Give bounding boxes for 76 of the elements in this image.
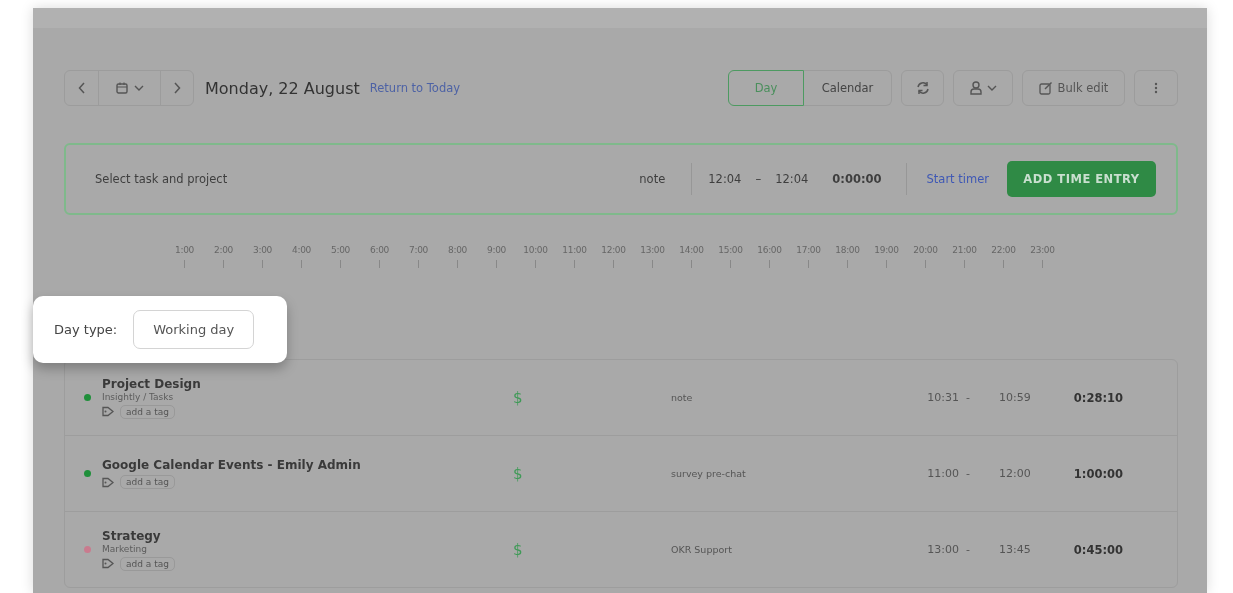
duration: 0:45:00 [1072, 542, 1123, 557]
hour-label: 9:00 [487, 245, 506, 255]
chevron-right-icon [173, 82, 181, 94]
hour-label: 19:00 [874, 245, 899, 255]
add-time-entry-button[interactable]: ADD TIME ENTRY [1007, 161, 1156, 197]
entry-name: Strategy [102, 528, 162, 543]
time-separator: - [965, 543, 971, 556]
view-tab[interactable]: Day [728, 70, 804, 106]
user-filter-button[interactable] [953, 70, 1013, 106]
edit-icon [1038, 81, 1053, 95]
day-type-dropdown[interactable]: Working day [133, 310, 255, 349]
hour-label: 14:00 [679, 245, 704, 255]
start-time: 13:00 [926, 543, 959, 556]
hour-label: 10:00 [523, 245, 548, 255]
end-time: 10:59 [998, 391, 1031, 404]
start-time: 11:00 [926, 467, 959, 480]
hour-label: 4:00 [292, 245, 311, 255]
refresh-button[interactable] [901, 70, 944, 106]
entry-project: Insightly / Tasks [102, 391, 175, 402]
entry-name: Project Design [102, 376, 202, 391]
more-options-button[interactable] [1134, 70, 1178, 106]
duration: 0:28:10 [1072, 390, 1123, 405]
hour-label: 7:00 [409, 245, 428, 255]
caret-icon [986, 85, 997, 91]
duration: 0:00:00 [832, 172, 882, 186]
tag-icon [102, 476, 114, 488]
entry-note: survey pre-chat [670, 468, 747, 479]
hour-label: 18:00 [835, 245, 860, 255]
duration: 1:00:00 [1072, 466, 1123, 481]
hour-label: 17:00 [796, 245, 821, 255]
more-icon [1154, 82, 1158, 94]
time-separator: - [965, 467, 971, 480]
hour-label: 13:00 [640, 245, 665, 255]
day-type-label: Day type: [54, 322, 118, 337]
hour-label: 2:00 [214, 245, 233, 255]
hour-label: 16:00 [757, 245, 782, 255]
date-label: Monday, 22 August [205, 78, 360, 98]
hour-label: 15:00 [718, 245, 743, 255]
note-field[interactable]: note [639, 172, 666, 186]
hour-label: 23:00 [1030, 245, 1055, 255]
hour-label: 22:00 [991, 245, 1016, 255]
entry-note: note [670, 392, 694, 403]
time-separator: – [755, 172, 762, 186]
hour-label: 12:00 [601, 245, 626, 255]
add-tag-button[interactable]: add a tag [120, 475, 175, 489]
refresh-icon [915, 81, 930, 95]
task-field[interactable]: Select task and project [95, 164, 640, 194]
tag-icon [102, 406, 114, 417]
user-icon [969, 81, 982, 95]
hour-label: 20:00 [913, 245, 938, 255]
entry-project: Marketing [102, 543, 148, 554]
view-tab[interactable]: Calendar [804, 70, 892, 106]
start-time[interactable]: 12:04 [708, 172, 742, 186]
end-time[interactable]: 12:04 [775, 172, 809, 186]
start-timer-link[interactable]: Start timer [926, 172, 989, 186]
add-tag-button[interactable]: add a tag [120, 404, 175, 419]
end-time: 13:45 [998, 543, 1031, 556]
entry-note: OKR Support [670, 544, 733, 555]
start-time: 10:31 [926, 391, 959, 404]
return-to-today-link[interactable]: Return to Today [369, 81, 461, 95]
hour-label: 8:00 [448, 245, 467, 255]
time-separator: - [965, 391, 971, 404]
add-tag-button[interactable]: add a tag [120, 556, 175, 571]
hour-label: 21:00 [952, 245, 977, 255]
entry-name: Google Calendar Events - Emily Admin [102, 458, 362, 472]
hour-label: 5:00 [331, 245, 350, 255]
chevron-left-icon [77, 82, 86, 94]
hour-label: 11:00 [562, 245, 587, 255]
end-time: 12:00 [998, 467, 1031, 480]
hour-label: 1:00 [175, 245, 194, 255]
hour-label: 6:00 [370, 245, 389, 255]
tag-icon [102, 558, 114, 569]
caret-icon [133, 85, 144, 91]
hour-label: 3:00 [253, 245, 272, 255]
calendar-icon [115, 82, 128, 94]
bulk-edit-button[interactable]: Bulk edit [1022, 70, 1125, 106]
